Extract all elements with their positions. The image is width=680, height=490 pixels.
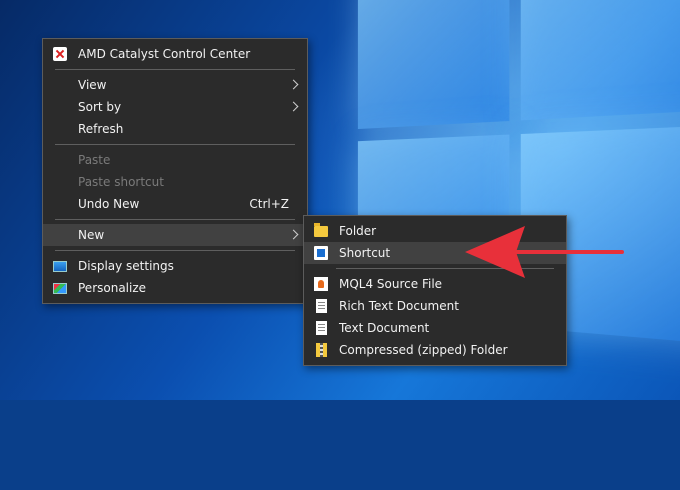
red-arrow-annotation [465, 226, 624, 278]
